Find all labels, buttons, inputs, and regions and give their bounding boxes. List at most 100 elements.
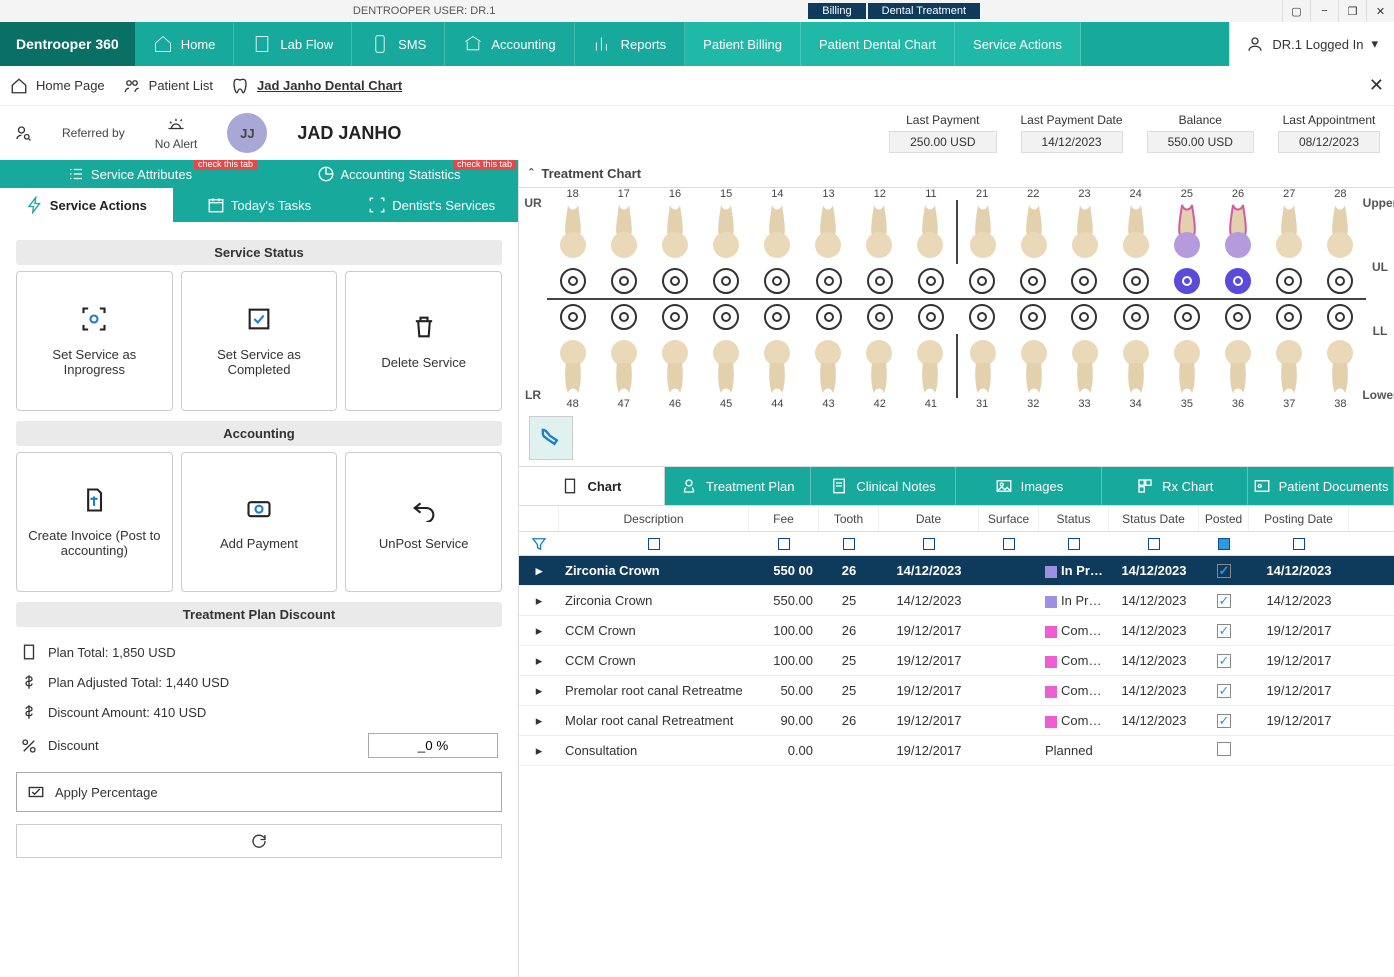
tooth-43[interactable] (810, 334, 846, 398)
ribbon-labflow[interactable]: Lab Flow (234, 22, 352, 66)
tooth-33[interactable] (1067, 334, 1103, 398)
col-posting-date[interactable]: Posting Date (1249, 506, 1349, 531)
occlusal-38[interactable] (1327, 304, 1353, 330)
occlusal-37[interactable] (1276, 304, 1302, 330)
grid-row[interactable]: ▸ Premolar root canal Retreatme 50.00 25… (519, 676, 1394, 706)
occlusal-18[interactable] (560, 268, 586, 294)
tab-treatment-plan[interactable]: Treatment Plan (665, 467, 811, 505)
occlusal-17[interactable] (611, 268, 637, 294)
tile-delete-service[interactable]: Delete Service (345, 271, 502, 411)
tab-service-attributes[interactable]: Service Attributescheck this tab (0, 160, 259, 188)
occlusal-34[interactable] (1123, 304, 1149, 330)
tooth-14[interactable] (759, 200, 795, 264)
occlusal-35[interactable] (1174, 304, 1200, 330)
col-surface[interactable]: Surface (979, 506, 1039, 531)
col-status[interactable]: Status (1039, 506, 1109, 531)
grid-row[interactable]: ▸ Consultation 0.00 19/12/2017 Planned (519, 736, 1394, 766)
occlusal-47[interactable] (611, 304, 637, 330)
col-status-date[interactable]: Status Date (1109, 506, 1199, 531)
tab-rx-chart[interactable]: Rx Chart (1102, 467, 1248, 505)
title-tab[interactable]: Dental Treatment (868, 3, 980, 19)
crumb-home[interactable]: Home Page (10, 77, 105, 95)
filter-box[interactable] (923, 538, 935, 550)
filter-box[interactable] (1148, 538, 1160, 550)
occlusal-41[interactable] (918, 304, 944, 330)
search-patient[interactable] (14, 124, 32, 142)
filter-box[interactable] (648, 538, 660, 550)
tooth-12[interactable] (861, 200, 897, 264)
filter-box[interactable] (1003, 538, 1015, 550)
occlusal-25[interactable] (1174, 268, 1200, 294)
grid-row[interactable]: ▸ Zirconia Crown 550 00 26 14/12/2023 In… (519, 556, 1394, 586)
occlusal-31[interactable] (969, 304, 995, 330)
tooth-32[interactable] (1016, 334, 1052, 398)
tooth-11[interactable] (912, 200, 948, 264)
occlusal-33[interactable] (1071, 304, 1097, 330)
occlusal-13[interactable] (816, 268, 842, 294)
treatment-chart-header[interactable]: ˆTreatment Chart (519, 160, 1394, 188)
occlusal-24[interactable] (1123, 268, 1149, 294)
tooth-16[interactable] (657, 200, 693, 264)
tooth-34[interactable] (1118, 334, 1154, 398)
title-tab[interactable]: Billing (808, 3, 865, 19)
filter-box[interactable] (1068, 538, 1080, 550)
tooth-47[interactable] (606, 334, 642, 398)
ribbon-accounting[interactable]: Accounting (445, 22, 574, 66)
occlusal-15[interactable] (713, 268, 739, 294)
tooth-15[interactable] (708, 200, 744, 264)
filter-box[interactable] (1218, 538, 1230, 550)
tile-add-payment[interactable]: Add Payment (181, 452, 338, 592)
filter-icon[interactable] (530, 535, 548, 553)
tooth-23[interactable] (1067, 200, 1103, 264)
tooth-41[interactable] (912, 334, 948, 398)
tooth-36[interactable] (1220, 334, 1256, 398)
tooth-17[interactable] (606, 200, 642, 264)
grid-row[interactable]: ▸ CCM Crown 100.00 26 19/12/2017 Comple … (519, 616, 1394, 646)
col-description[interactable]: Description (559, 506, 749, 531)
tooth-37[interactable] (1271, 334, 1307, 398)
user-menu[interactable]: DR.1 Logged In▾ (1229, 22, 1394, 66)
tooth-46[interactable] (657, 334, 693, 398)
tab-service-actions[interactable]: Service Actions (0, 188, 173, 222)
ribbon-patient-billing[interactable]: Patient Billing (685, 22, 801, 66)
close-tab-icon[interactable]: ✕ (1369, 75, 1384, 96)
grid-row[interactable]: ▸ Molar root canal Retreatment 90.00 26 … (519, 706, 1394, 736)
tooth-35[interactable] (1169, 334, 1205, 398)
occlusal-32[interactable] (1020, 304, 1046, 330)
grid-row[interactable]: ▸ CCM Crown 100.00 25 19/12/2017 Comple … (519, 646, 1394, 676)
occlusal-42[interactable] (867, 304, 893, 330)
tooth-44[interactable] (759, 334, 795, 398)
crumb-dental-chart[interactable]: Jad Janho Dental Chart (231, 77, 402, 95)
tab-todays-tasks[interactable]: Today's Tasks (173, 188, 346, 222)
tooth-13[interactable] (810, 200, 846, 264)
tooth-25[interactable] (1169, 200, 1205, 264)
tooth-45[interactable] (708, 334, 744, 398)
ribbon-dental-chart[interactable]: Patient Dental Chart (801, 22, 955, 66)
tooth-38[interactable] (1322, 334, 1358, 398)
brand[interactable]: Dentrooper 360 (0, 22, 135, 66)
tab-patient-docs[interactable]: Patient Documents (1248, 467, 1394, 505)
discount-input[interactable] (368, 733, 498, 758)
tooth-42[interactable] (861, 334, 897, 398)
occlusal-26[interactable] (1225, 268, 1251, 294)
filter-box[interactable] (1293, 538, 1305, 550)
ribbon-sms[interactable]: SMS (352, 22, 445, 66)
occlusal-12[interactable] (867, 268, 893, 294)
tile-create-invoice[interactable]: Create Invoice (Post to accounting) (16, 452, 173, 592)
col-tooth[interactable]: Tooth (819, 506, 879, 531)
occlusal-36[interactable] (1225, 304, 1251, 330)
occlusal-22[interactable] (1020, 268, 1046, 294)
col-date[interactable]: Date (879, 506, 979, 531)
col-fee[interactable]: Fee (749, 506, 819, 531)
occlusal-46[interactable] (662, 304, 688, 330)
crumb-patient-list[interactable]: Patient List (123, 77, 213, 95)
tooth-28[interactable] (1322, 200, 1358, 264)
refresh-button[interactable] (16, 824, 502, 858)
filter-box[interactable] (778, 538, 790, 550)
tooth-26[interactable] (1220, 200, 1256, 264)
window-close-icon[interactable]: ✕ (1366, 0, 1394, 22)
tile-unpost-service[interactable]: UnPost Service (345, 452, 502, 592)
occlusal-16[interactable] (662, 268, 688, 294)
window-minimize-icon[interactable]: − (1310, 0, 1338, 22)
occlusal-48[interactable] (560, 304, 586, 330)
